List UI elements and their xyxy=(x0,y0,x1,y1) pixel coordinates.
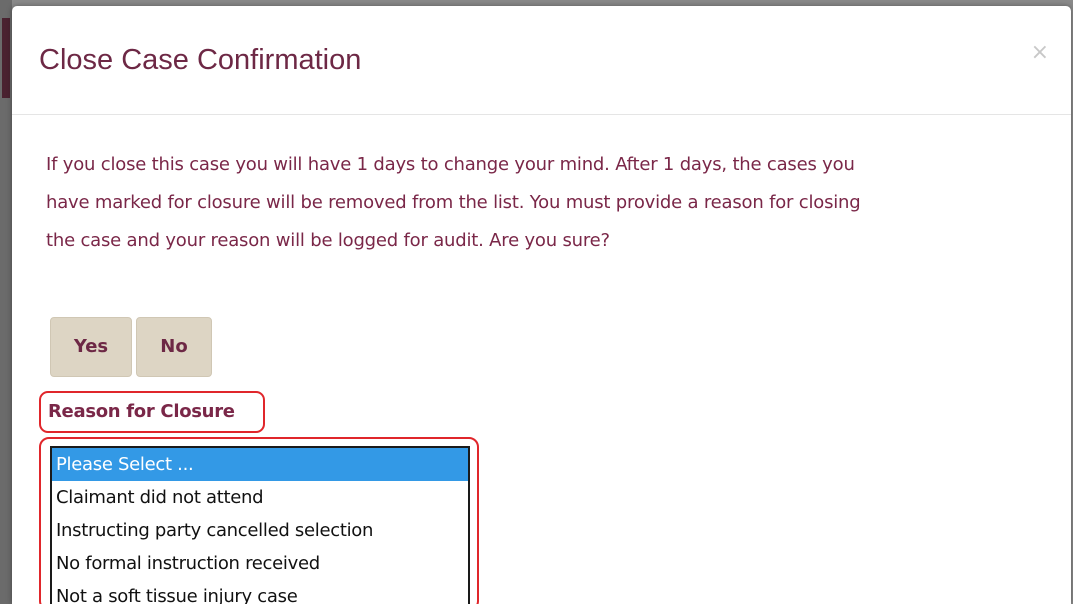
close-case-modal: Close Case Confirmation × If you close t… xyxy=(12,6,1071,604)
message-line: If you close this case you will have 1 d… xyxy=(46,154,855,175)
reason-select-listbox[interactable]: Please Select ... Claimant did not atten… xyxy=(50,446,470,604)
backdrop-accent xyxy=(2,18,10,98)
option-claimant-did-not-attend[interactable]: Claimant did not attend xyxy=(52,481,468,514)
option-not-soft-tissue-injury[interactable]: Not a soft tissue injury case xyxy=(52,580,468,604)
modal-body: If you close this case you will have 1 d… xyxy=(46,146,1046,260)
confirmation-message: If you close this case you will have 1 d… xyxy=(46,146,1046,260)
option-please-select[interactable]: Please Select ... xyxy=(52,448,468,481)
modal-title: Close Case Confirmation xyxy=(39,44,362,76)
no-button[interactable]: No xyxy=(136,317,212,377)
option-no-formal-instruction[interactable]: No formal instruction received xyxy=(52,547,468,580)
yes-button[interactable]: Yes xyxy=(50,317,132,377)
close-icon[interactable]: × xyxy=(1031,42,1049,64)
message-line: the case and your reason will be logged … xyxy=(46,230,610,251)
message-line: have marked for closure will be removed … xyxy=(46,192,861,213)
option-instructing-party-cancelled[interactable]: Instructing party cancelled selection xyxy=(52,514,468,547)
modal-header: Close Case Confirmation × xyxy=(12,6,1071,115)
reason-for-closure-label: Reason for Closure xyxy=(48,401,235,422)
confirm-button-group: Yes No xyxy=(50,317,212,377)
